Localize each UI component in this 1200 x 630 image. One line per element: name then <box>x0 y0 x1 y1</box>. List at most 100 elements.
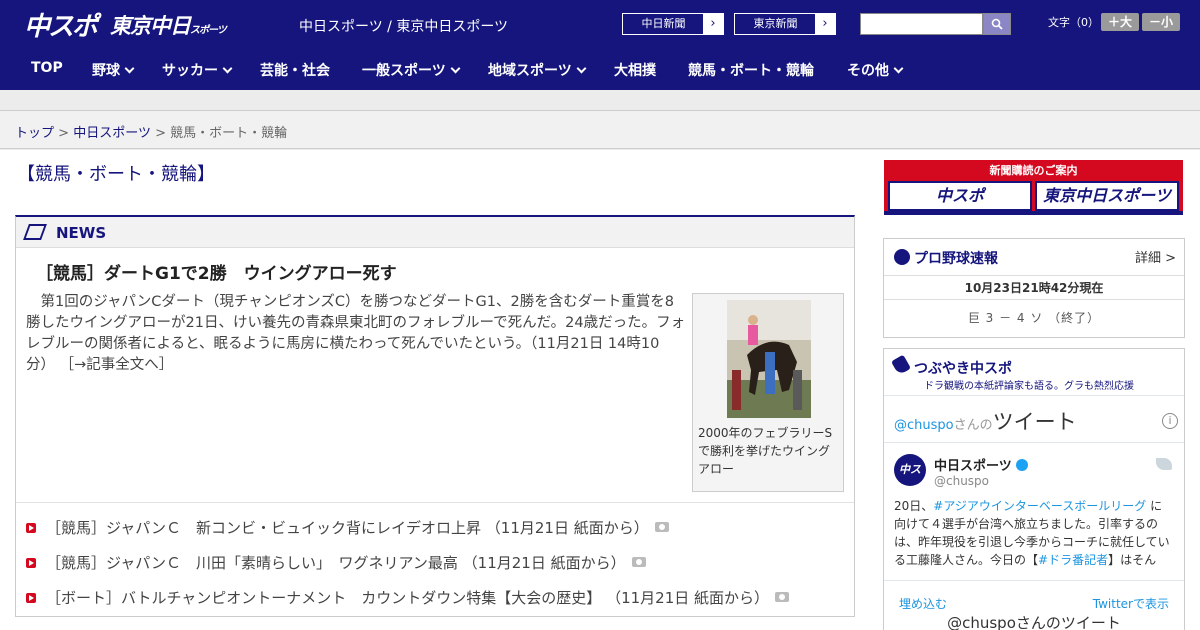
bullet-icon <box>26 593 36 603</box>
photo-caption: 2000年のフェブラリーSで勝利を挙げたウイングアロー <box>698 426 833 476</box>
avatar[interactable]: 中スポ <box>894 454 926 508</box>
nav-label: 一般スポーツ <box>362 63 446 79</box>
chuspo-logo[interactable]: 中スポ <box>24 6 98 43</box>
search-input[interactable] <box>860 13 983 35</box>
divider <box>16 502 854 503</box>
subscribe-chuspo-logo[interactable]: 中スポ <box>888 181 1032 211</box>
site-names: 中日スポーツ / 東京中日スポーツ <box>299 19 509 35</box>
tokyo-shimbun-label: 東京新聞 <box>753 17 798 30</box>
news-item-text: ［競馬］ジャパンＣ 新コンビ・ビュイック背にレイデオロ上昇 （11月21日 紙面… <box>46 519 649 537</box>
baseball-title: プロ野球速報 <box>914 251 998 267</box>
subscribe-tokyo-logo[interactable]: 東京中日スポーツ <box>1035 181 1179 211</box>
news-icon <box>23 224 47 240</box>
tweets-subtitle: ドラ観戦の本紙評論家も語る。グラも熱烈応援 <box>924 381 1134 392</box>
chunichi-shimbun-link[interactable]: 中日新聞 › <box>622 13 724 35</box>
chunichi-shimbun-label: 中日新聞 <box>641 17 686 30</box>
tweet-author-name[interactable]: 中日スポーツ <box>934 455 1028 474</box>
nav-item-racing[interactable]: 競馬・ボート・競輪 <box>688 60 814 80</box>
full-article-link[interactable]: ［→記事全文へ］ <box>60 357 174 373</box>
info-icon[interactable]: i <box>1162 413 1178 429</box>
news-list-item[interactable]: ［ボート］バトルチャンピオントーナメント カウントダウン特集【大会の歴史】 （1… <box>26 587 846 622</box>
twitter-bird-icon[interactable] <box>1156 458 1172 470</box>
tokyo-chunichi-logo[interactable]: 東京中日スポーツ <box>110 10 227 40</box>
chevron-down-icon <box>124 63 135 74</box>
nav-label: 競馬・ボート・競輪 <box>688 63 814 79</box>
timeline-tweet-label: ツイート <box>992 410 1077 434</box>
chevron-down-icon <box>222 63 233 74</box>
font-larger-button[interactable]: ＋大 <box>1101 13 1139 31</box>
nav-label: TOP <box>31 60 63 76</box>
hashtag-link[interactable]: #アジアウインターベースボールリーグ <box>933 499 1146 513</box>
tweet-text: 20日、#アジアウインターベースボールリーグ に向けて４選手が台湾へ旅立ちました… <box>894 497 1174 569</box>
tweets-widget: つぶやき中スポ ドラ観戦の本紙評論家も語る。グラも熱烈応援 @chuspoさんの… <box>883 348 1185 630</box>
baseball-widget: プロ野球速報 詳細 > 10月23日21時42分現在 巨 3 － 4 ソ （終了… <box>883 238 1185 338</box>
embed-link[interactable]: 埋め込む <box>899 595 947 612</box>
nav-item-general-sports[interactable]: 一般スポーツ <box>362 60 461 80</box>
chevron-down-icon <box>576 63 587 74</box>
nav-label: 地域スポーツ <box>488 63 572 79</box>
camera-icon <box>654 522 669 532</box>
nav-label: その他 <box>847 63 889 79</box>
nav-label: 野球 <box>92 63 120 79</box>
chevron-down-icon <box>893 63 904 74</box>
baseball-timestamp: 10月23日21時42分現在 <box>884 275 1184 300</box>
tweet-bird-icon <box>890 354 912 376</box>
search-button[interactable] <box>983 13 1011 35</box>
nav-label: 芸能・社会 <box>260 63 330 79</box>
news-list-item[interactable]: ［競馬］ジャパンＣ 川田「素晴らしい」 ワグネリアン最高 （11月21日 紙面か… <box>26 552 846 587</box>
divider <box>884 442 1184 443</box>
baseball-score[interactable]: 巨 3 － 4 ソ （終了） <box>884 309 1184 326</box>
nav-label: サッカー <box>162 63 218 79</box>
news-list-item[interactable]: ［競馬］ジャパンＣ 新コンビ・ビュイック背にレイデオロ上昇 （11月21日 紙面… <box>26 517 846 552</box>
twitter-timeline: @chuspoさんのツイート i 中スポ 中日スポーツ @chuspo 20日、… <box>884 395 1184 580</box>
subscribe-banner[interactable]: 新聞購読のご案内 中スポ 東京中日スポーツ <box>884 160 1183 215</box>
article-photo-box: 2000年のフェブラリーSで勝利を挙げたウイングアロー <box>692 293 844 492</box>
font-smaller-button[interactable]: －小 <box>1142 13 1180 31</box>
article-headline[interactable]: ［競馬］ダートG1で2勝 ウイングアロー死す <box>36 259 397 284</box>
baseball-icon <box>894 249 910 265</box>
search-icon <box>991 18 1003 30</box>
tokyo-shimbun-link[interactable]: 東京新聞 › <box>734 13 836 35</box>
bullet-icon <box>26 558 36 568</box>
news-box: NEWS ［競馬］ダートG1で2勝 ウイングアロー死す 第1回のジャパンCダート… <box>15 215 855 617</box>
hashtag-link[interactable]: #ドラ番記者 <box>1038 553 1108 567</box>
nav-item-top[interactable]: TOP <box>31 60 63 76</box>
font-size-label: 文字（0） <box>1048 16 1099 29</box>
article-body: 第1回のジャパンCダート（現チャンピオンズC）を勝つなどダートG1、2勝を含むダ… <box>26 292 686 376</box>
nav-item-sumo[interactable]: 大相撲 <box>614 60 656 80</box>
tokyo-logo-main: 東京中日 <box>110 14 191 38</box>
author-name-text: 中日スポーツ <box>934 459 1012 474</box>
baseball-more-link[interactable]: 詳細 > <box>1135 247 1176 266</box>
breadcrumb-section[interactable]: 中日スポーツ <box>73 126 151 141</box>
nav-item-entertainment[interactable]: 芸能・社会 <box>260 60 330 80</box>
nav-item-baseball[interactable]: 野球 <box>92 60 135 80</box>
breadcrumb-current: 競馬・ボート・競輪 <box>170 126 288 141</box>
page-title: 【競馬・ボート・競輪】 <box>17 164 215 185</box>
camera-icon <box>631 557 646 567</box>
view-on-twitter-link[interactable]: Twitterで表示 <box>1093 595 1169 612</box>
tweet-author-handle[interactable]: @chuspo <box>934 474 989 488</box>
breadcrumb-separator: > <box>155 126 166 141</box>
chevron-right-icon: › <box>815 14 835 34</box>
camera-icon <box>775 592 790 602</box>
timeline-san: さんの <box>953 418 993 433</box>
news-item-text: ［競馬］ジャパンＣ 川田「素晴らしい」 ワグネリアン最高 （11月21日 紙面か… <box>46 554 626 572</box>
news-label: NEWS <box>56 224 107 242</box>
news-item-text: ［ボート］バトルチャンピオントーナメント カウントダウン特集【大会の歴史】 （1… <box>46 589 770 607</box>
breadcrumb-separator: > <box>58 126 70 141</box>
nav-item-other[interactable]: その他 <box>847 60 904 80</box>
news-header: NEWS <box>16 217 854 248</box>
timeline-handle[interactable]: @chuspo <box>894 418 954 433</box>
main-nav: TOP 野球 サッカー 芸能・社会 一般スポーツ 地域スポーツ 大相撲 競馬・ボ… <box>0 48 1200 90</box>
nav-item-regional-sports[interactable]: 地域スポーツ <box>488 60 587 80</box>
news-list: ［競馬］ジャパンＣ 新コンビ・ビュイック背にレイデオロ上昇 （11月21日 紙面… <box>26 517 846 622</box>
tweet-text-part: 20日、 <box>894 499 934 513</box>
tokyo-logo-sub: スポーツ <box>190 25 227 36</box>
sub-nav-bar <box>0 90 1200 111</box>
bullet-icon <box>26 523 36 533</box>
subscribe-title: 新聞購読のご案内 <box>989 164 1078 177</box>
article-photo[interactable] <box>727 300 811 418</box>
breadcrumb-home[interactable]: トップ <box>15 126 54 141</box>
chevron-down-icon <box>450 63 461 74</box>
nav-item-soccer[interactable]: サッカー <box>162 60 233 80</box>
